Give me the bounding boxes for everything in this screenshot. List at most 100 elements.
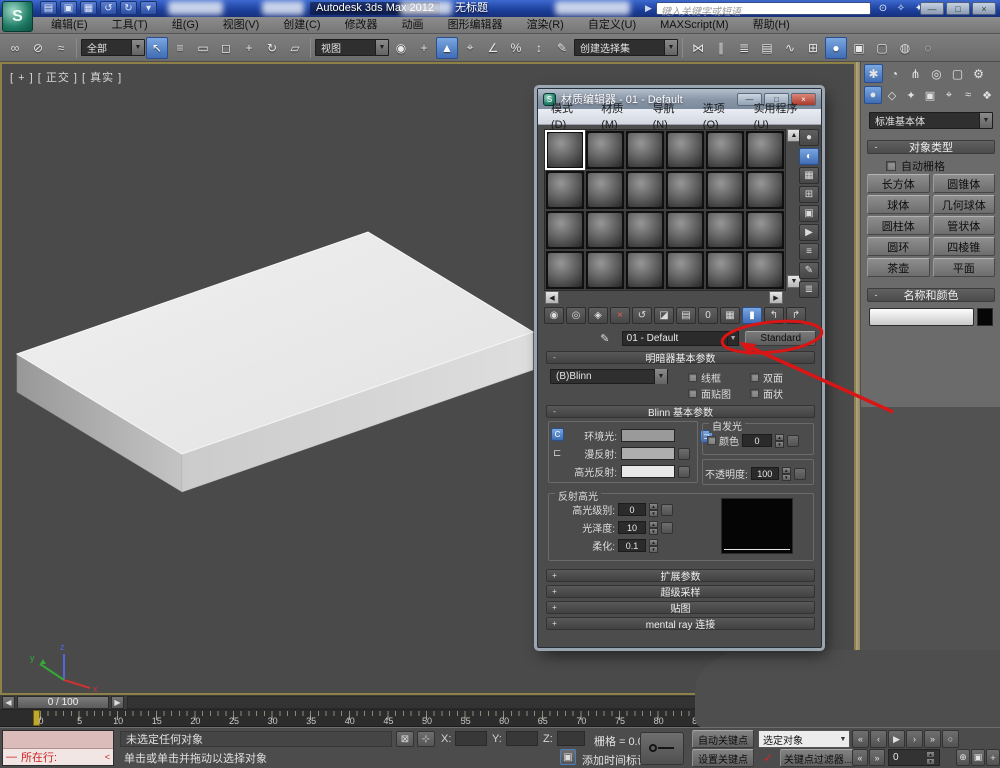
- chevron-down-icon[interactable]: ▼: [654, 369, 667, 384]
- material-sample-slot[interactable]: [585, 250, 625, 290]
- maxscript-mini-listener[interactable]: — 所在行: <: [2, 730, 114, 766]
- object-name-field[interactable]: [869, 308, 974, 326]
- specular-map-button[interactable]: [678, 466, 690, 478]
- material-sample-slot[interactable]: [705, 130, 745, 170]
- material-sample-slot[interactable]: [545, 170, 585, 210]
- specular-color-swatch[interactable]: [621, 465, 675, 478]
- primitive-button[interactable]: 平面: [933, 258, 996, 277]
- show-end-result-icon[interactable]: ▮: [742, 307, 762, 324]
- manage-layers-icon[interactable]: ≣: [733, 37, 755, 59]
- named-selection-set-dropdown[interactable]: 创建选择集 ▼: [574, 39, 678, 56]
- backlight-icon[interactable]: ◐: [799, 148, 819, 165]
- menu-item[interactable]: 模式(D): [544, 101, 592, 133]
- schematic-view-icon[interactable]: ⊞: [802, 37, 824, 59]
- pick-material-eyedropper-icon[interactable]: ✎: [596, 331, 614, 346]
- select-by-material-icon[interactable]: ✎: [799, 262, 819, 279]
- two-sided-checkbox[interactable]: 双面: [750, 370, 783, 385]
- snap-toggle-3d-icon[interactable]: ⌖: [459, 37, 481, 59]
- menu-item[interactable]: 自定义(U): [577, 17, 647, 33]
- helpers-category-icon[interactable]: ⌖: [940, 86, 958, 104]
- display-tab-icon[interactable]: ▢: [948, 64, 967, 83]
- sample-type-icon[interactable]: ●: [799, 129, 819, 146]
- opacity-map-button[interactable]: [794, 468, 806, 480]
- put-material-to-scene-icon[interactable]: ◎: [566, 307, 586, 324]
- angle-snap-toggle-icon[interactable]: ∠: [482, 37, 504, 59]
- shapes-category-icon[interactable]: ◇: [883, 86, 901, 104]
- material-sample-slot[interactable]: [665, 170, 705, 210]
- material-sample-slot[interactable]: [705, 210, 745, 250]
- align-icon[interactable]: ∥: [710, 37, 732, 59]
- material-sample-slot[interactable]: [585, 170, 625, 210]
- menu-item[interactable]: 修改器: [334, 17, 389, 33]
- menu-item[interactable]: 动画: [391, 17, 435, 33]
- self-illumination-map-button[interactable]: [787, 435, 799, 447]
- material-sample-slot[interactable]: [745, 130, 785, 170]
- select-and-link-icon[interactable]: ∞: [4, 37, 26, 59]
- play-animation-icon[interactable]: ▶: [888, 730, 905, 748]
- pan-view-icon[interactable]: +: [986, 749, 1000, 766]
- material-sample-slot[interactable]: [705, 170, 745, 210]
- previous-frame-arrow[interactable]: ◀: [2, 696, 15, 709]
- listener-scroll-arrow[interactable]: <: [105, 752, 110, 762]
- diffuse-color-swatch[interactable]: [621, 447, 675, 460]
- render-iterative-icon[interactable]: ◌: [917, 37, 939, 59]
- specular-level-map-button[interactable]: [661, 504, 673, 516]
- menu-item[interactable]: 组(G): [161, 17, 210, 33]
- menu-item[interactable]: MAXScript(M): [649, 17, 739, 33]
- zoom-extents-icon[interactable]: ▣: [971, 749, 985, 766]
- go-to-start-icon[interactable]: «: [852, 730, 869, 748]
- material-sample-slot[interactable]: [625, 250, 665, 290]
- application-menu-logo[interactable]: S: [2, 1, 33, 32]
- menu-item[interactable]: 视图(V): [212, 17, 271, 33]
- close-button[interactable]: ×: [972, 2, 996, 15]
- next-frame-arrow[interactable]: ▶: [111, 696, 124, 709]
- primitive-button[interactable]: 管状体: [933, 216, 996, 235]
- soften-value[interactable]: 0.1: [618, 539, 646, 552]
- material-sample-slot[interactable]: [625, 170, 665, 210]
- next-frame-icon[interactable]: ›: [906, 730, 923, 748]
- panel-splitter[interactable]: [856, 62, 861, 727]
- primitive-button[interactable]: 长方体: [867, 174, 930, 193]
- material-sample-slot[interactable]: [545, 250, 585, 290]
- diffuse-specular-lock-icon[interactable]: ⊏: [553, 448, 561, 459]
- redo-icon[interactable]: ↻: [120, 1, 137, 15]
- material-sample-slot[interactable]: [545, 130, 585, 170]
- menu-item[interactable]: 图形编辑器: [437, 17, 514, 33]
- go-to-end-icon[interactable]: »: [924, 730, 941, 748]
- curve-editor-icon[interactable]: ∿: [779, 37, 801, 59]
- glossiness-map-button[interactable]: [661, 522, 673, 534]
- glossiness-value[interactable]: 10: [618, 521, 646, 534]
- material-sample-slot[interactable]: [705, 250, 745, 290]
- go-to-parent-icon[interactable]: ↰: [764, 307, 784, 324]
- collapse-icon[interactable]: -: [871, 290, 881, 300]
- ambient-color-swatch[interactable]: [621, 429, 675, 442]
- current-frame-field[interactable]: 0 ▲▼: [888, 749, 940, 766]
- z-coordinate-field[interactable]: [557, 731, 585, 746]
- primitive-button[interactable]: 圆环: [867, 237, 930, 256]
- rollout-header[interactable]: + 超级采样: [546, 585, 815, 598]
- object-type-rollout-header[interactable]: - 对象类型: [867, 140, 995, 154]
- show-map-in-viewport-icon[interactable]: ▦: [720, 307, 740, 324]
- material-sample-slot[interactable]: [585, 130, 625, 170]
- faceted-checkbox[interactable]: 面状: [750, 386, 783, 401]
- name-color-rollout-header[interactable]: - 名称和颜色: [867, 288, 995, 302]
- graphite-modeling-tools-icon[interactable]: ▤: [756, 37, 778, 59]
- minimize-button[interactable]: —: [920, 2, 944, 15]
- color-checkbox[interactable]: [707, 436, 716, 445]
- self-illumination-value[interactable]: 0: [742, 434, 772, 447]
- set-key-button[interactable]: 设置关键点: [692, 749, 754, 767]
- select-by-name-icon[interactable]: ≡: [169, 37, 191, 59]
- rectangular-selection-region-icon[interactable]: ▭: [192, 37, 214, 59]
- diffuse-map-button[interactable]: [678, 448, 690, 460]
- collapse-icon[interactable]: -: [550, 407, 559, 416]
- menu-item[interactable]: 工具(T): [101, 17, 159, 33]
- search-expand-icon[interactable]: ▶: [645, 3, 652, 14]
- face-map-checkbox[interactable]: 面贴图: [688, 386, 731, 401]
- bind-to-space-warp-icon[interactable]: ≈: [50, 37, 72, 59]
- time-slider-value[interactable]: 0 / 100: [17, 696, 109, 709]
- video-color-check-icon[interactable]: ▣: [799, 205, 819, 222]
- percent-snap-toggle-icon[interactable]: %: [505, 37, 527, 59]
- checkbox-icon[interactable]: [886, 161, 896, 171]
- time-tag-label[interactable]: 添加时间标记: [582, 752, 648, 768]
- reference-coordinate-dropdown[interactable]: 视图 ▼: [315, 39, 389, 56]
